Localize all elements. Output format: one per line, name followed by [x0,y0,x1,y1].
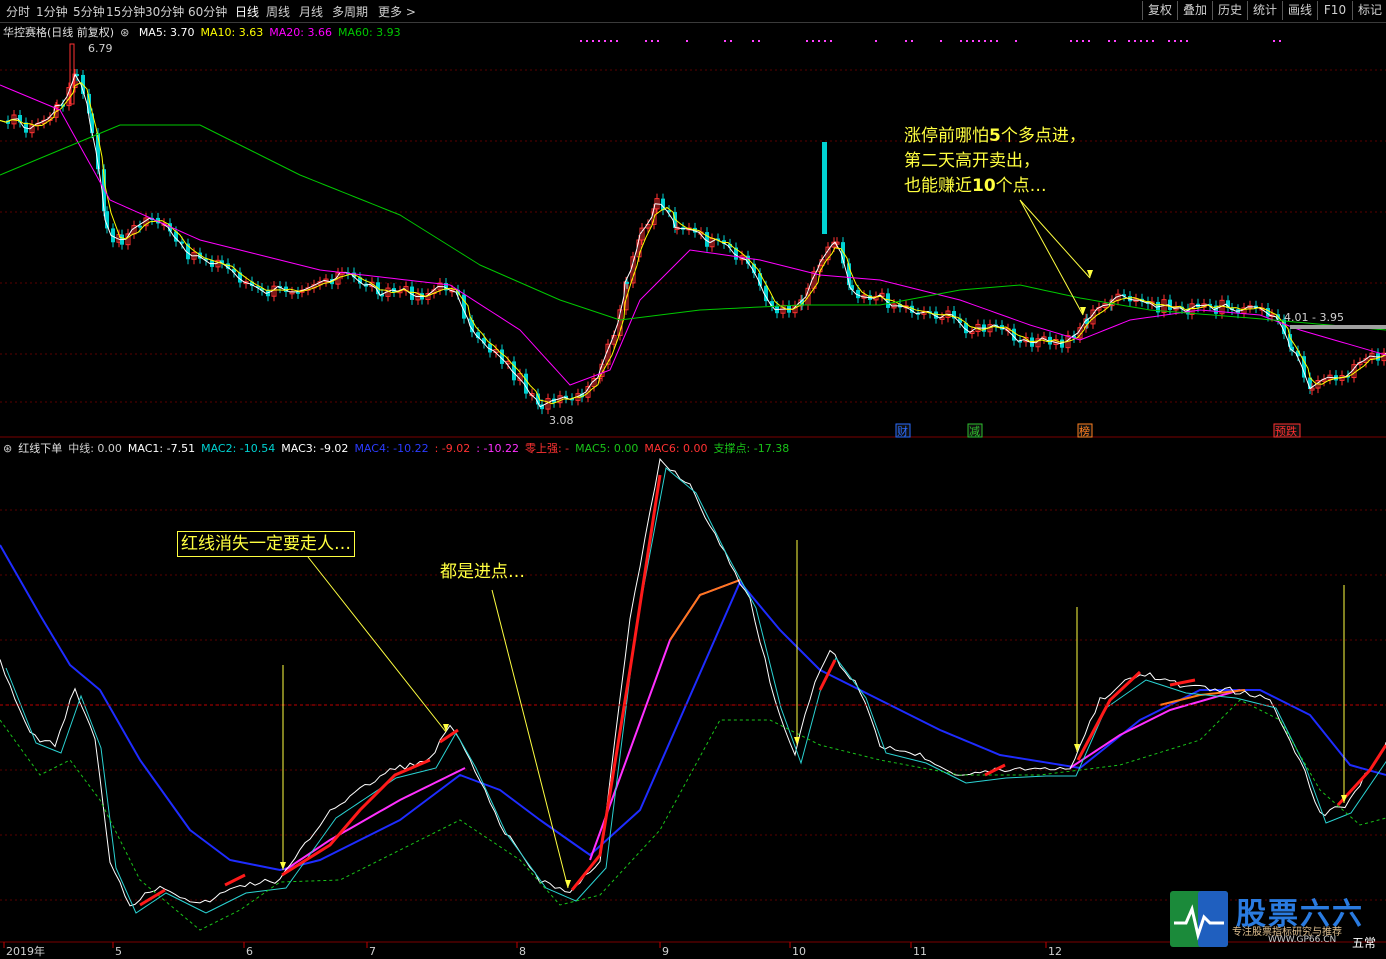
annotation-line1-a: 涨停前哪怕 [904,126,989,146]
signal-dot [978,40,980,42]
signal-dot [1140,40,1142,42]
event-marker-label: 减 [969,425,980,438]
event-marker-label: 预跌 [1275,424,1297,438]
signal-dot [984,40,986,42]
candle-spike [822,142,827,234]
xaxis-label: 2019年 [6,944,45,958]
signal-dot [1108,40,1110,42]
xaxis-label: 5 [115,945,122,958]
annotation-line3-a: 也能赚近 [904,176,972,196]
annotation-arrow-4 [491,589,569,889]
signal-dot [592,40,594,42]
signal-dot [1128,40,1130,42]
signal-dot [752,40,754,42]
signal-dot [1076,40,1078,42]
candle-down [462,294,466,319]
signal-dot [1273,40,1275,42]
signal-dot [1134,40,1136,42]
annotation-red-line: 红线消失一定要走人… [177,531,355,557]
signal-dot [990,40,992,42]
signal-dot [686,40,688,42]
red-signal-segment [139,888,166,907]
xaxis-label: 10 [792,945,806,958]
signal-dot [1114,40,1116,42]
low-price-label: 3.08 [549,414,574,427]
ma10-line [0,82,1386,405]
range-label: 4.01 - 3.95 [1284,311,1344,324]
annotation-line1-c: 个多点进， [1000,126,1086,146]
signal-dot [1070,40,1072,42]
annotation-entry: 都是进点… [440,562,525,582]
signal-dot [580,40,582,42]
signal-dot [758,40,760,42]
signal-dot [830,40,832,42]
annotation-arrow-3 [307,556,447,733]
ma5-line [0,73,1386,408]
signal-dot [610,40,612,42]
candle-down [138,225,142,228]
signal-dot [598,40,600,42]
signal-dot [1279,40,1281,42]
arrowhead [565,880,571,888]
gp66-watermark: 股票六六 专注股票指标研究与推荐 WWW.GP66.CN [1168,889,1378,949]
candle-down [524,373,528,394]
red-signal-segment [224,873,246,887]
signal-dot [1152,40,1154,42]
annotation-line3-c: 个点… [995,176,1047,196]
signal-dot [812,40,814,42]
red-signal-segment [1076,670,1142,761]
signal-dot [996,40,998,42]
ma20-line [0,84,1386,386]
signal-dot [911,40,913,42]
signal-dot [806,40,808,42]
annotation-arrow-2 [1019,199,1084,316]
signal-dot [616,40,618,42]
arrowhead [794,737,800,745]
signal-dot [960,40,962,42]
signal-dot [1015,40,1017,42]
annotation-line3-b: 10 [972,176,996,196]
xaxis-label: 11 [913,945,927,958]
high-price-label: 6.79 [88,42,113,55]
signal-dot [972,40,974,42]
arrowhead [1087,270,1093,278]
signal-dot [645,40,647,42]
mac-orange-line [669,579,741,641]
signal-dot [905,40,907,42]
xaxis-label: 12 [1048,945,1062,958]
signal-dot [1180,40,1182,42]
signal-dot [657,40,659,42]
red-signal-segment [570,474,662,891]
xaxis-label: 6 [246,945,253,958]
signal-dot [1082,40,1084,42]
signal-dot [1088,40,1090,42]
ma60-line [0,124,1386,331]
signal-dot [730,40,732,42]
xaxis-label: 7 [369,945,376,958]
xaxis-label: 9 [662,945,669,958]
signal-dot [940,40,942,42]
annotation-line1-b: 5 [989,126,1001,146]
signal-dot [586,40,588,42]
annotation-line2: 第二天高开卖出， [904,151,1040,171]
signal-dot [818,40,820,42]
signal-dot [1146,40,1148,42]
signal-dot [875,40,877,42]
signal-dot [966,40,968,42]
watermark-url: WWW.GP66.CN [1268,935,1337,945]
red-signal-segment [818,659,837,691]
xaxis-label: 8 [519,945,526,958]
signal-dot [1186,40,1188,42]
signal-dot [651,40,653,42]
signal-dot [724,40,726,42]
event-marker-label: 榜 [1079,424,1090,438]
annotation-limit-up: 涨停前哪怕5个多点进， 第二天高开卖出， 也能赚近10个点… [904,124,1086,199]
chart-canvas[interactable]: 6.79 3.08 4.01 - 3.95 财 减 榜 预跌 2019年 5 6 7 8 9 10 11 12 [0,0,1386,959]
signal-dot [1168,40,1170,42]
corner-label: 五常 [1352,936,1377,950]
event-marker-label: 财 [897,424,908,438]
signal-dot [604,40,606,42]
signal-dot [1174,40,1176,42]
signal-dot [824,40,826,42]
